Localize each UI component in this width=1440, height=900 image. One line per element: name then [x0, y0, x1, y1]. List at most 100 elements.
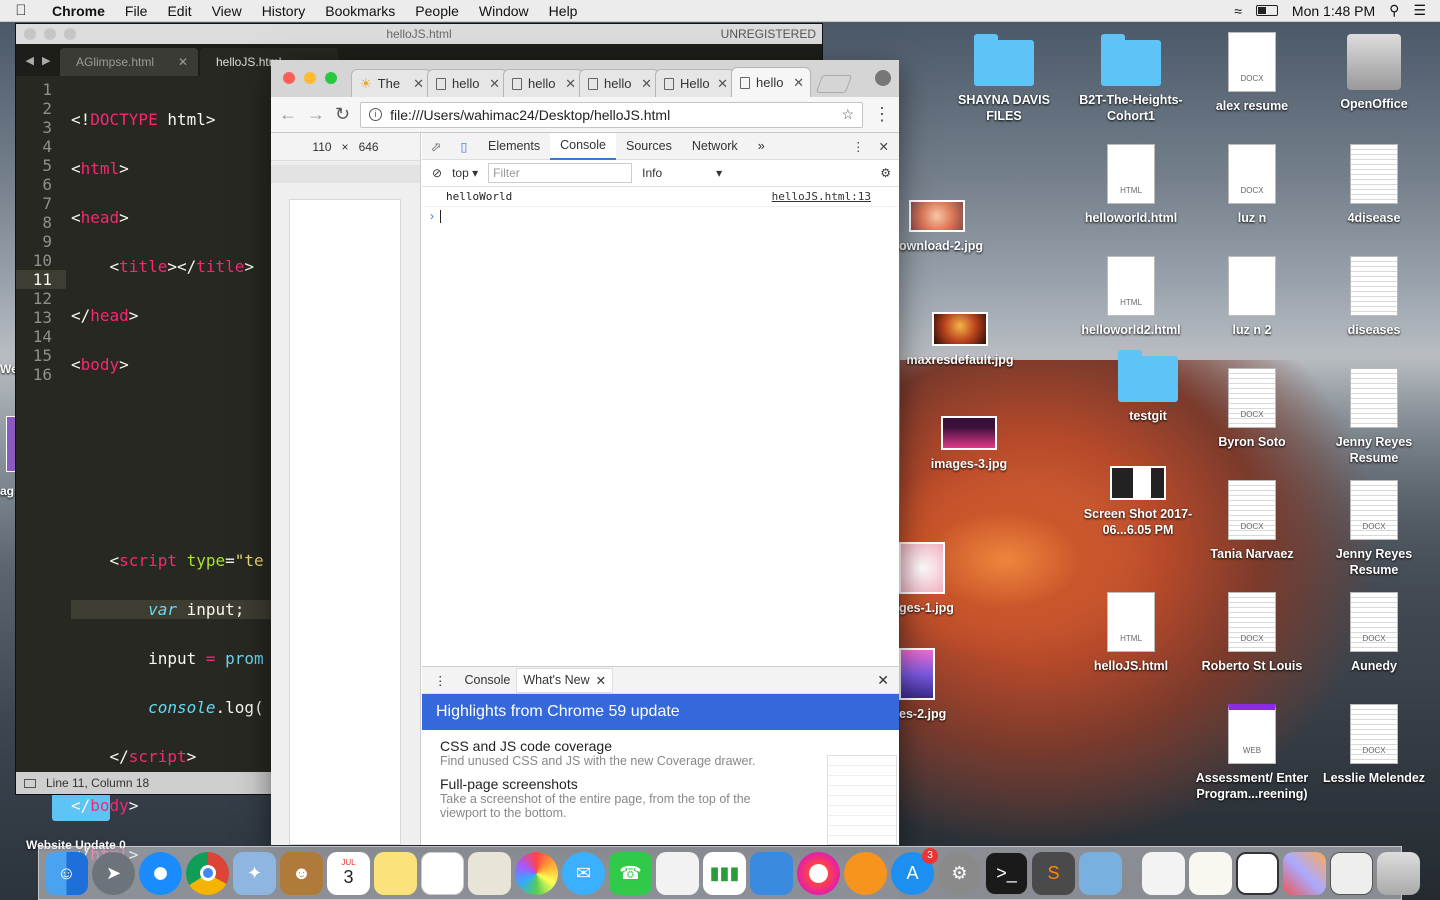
browser-tab[interactable]: Hello ✕ — [655, 69, 735, 97]
filter-input[interactable]: Filter — [488, 163, 633, 183]
close-tab-icon[interactable]: ✕ — [178, 55, 188, 69]
close-tab-icon[interactable]: ✕ — [596, 673, 606, 688]
zoom-window-button[interactable] — [325, 72, 337, 84]
log-level-selector[interactable]: Info ▾ — [642, 166, 722, 180]
desktop-icon-webloc[interactable]: WEB Assessment/ Enter Program...reening) — [1191, 704, 1313, 802]
clear-console-icon[interactable]: ⊘ — [432, 166, 442, 180]
browser-tab-active[interactable]: hello ✕ — [731, 67, 811, 97]
sublime-title-bar[interactable]: helloJS.html UNREGISTERED — [16, 24, 822, 44]
menu-bookmarks[interactable]: Bookmarks — [315, 3, 405, 19]
close-tab-icon[interactable]: ✕ — [565, 76, 576, 92]
browser-tab[interactable]: ☀ The ✕ — [351, 69, 431, 97]
menu-view[interactable]: View — [202, 3, 252, 19]
pages-icon[interactable] — [656, 851, 699, 895]
desktop-icon-document[interactable]: diseases — [1313, 256, 1435, 338]
desktop-icon-image[interactable]: images-3.jpg — [908, 416, 1030, 472]
sublime-text-icon[interactable]: S — [1032, 851, 1075, 895]
desktop-icon-document[interactable]: Jenny Reyes Resume — [1313, 368, 1435, 466]
calendar-icon[interactable]: JUL 3 — [327, 851, 370, 895]
drawer-menu-icon[interactable]: ⋮ — [422, 668, 459, 693]
desktop-icon-document[interactable]: HTML helloworld.html — [1070, 144, 1192, 226]
desktop-icon-document[interactable]: luz n 2 — [1191, 256, 1313, 338]
wifi-icon[interactable]: ≈ — [1234, 3, 1242, 19]
viewport-height[interactable]: 646 — [359, 140, 379, 154]
desktop-icon-document[interactable]: DOCX Aunedy — [1313, 592, 1435, 674]
desktop-icon-document[interactable]: DOCX alex resume — [1191, 32, 1313, 114]
desktop-icon-image[interactable]: ownload-2.jpg — [899, 200, 999, 254]
trash-icon[interactable] — [1377, 851, 1420, 895]
tab-elements[interactable]: Elements — [478, 133, 550, 160]
desktop-icon-document[interactable]: DOCX Lesslie Melendez — [1313, 704, 1435, 786]
desktop-icon-document[interactable]: HTML helloworld2.html — [1070, 256, 1192, 338]
more-tabs-icon[interactable]: » — [748, 133, 775, 160]
itunes-icon[interactable]: ♫ — [797, 851, 840, 895]
numbers-icon[interactable]: ▮▮▮ — [703, 851, 746, 895]
drawer-tab-whats-new[interactable]: What's New ✕ — [516, 667, 614, 693]
messages-icon[interactable]: ✉ — [562, 851, 605, 895]
tab-network[interactable]: Network — [682, 133, 748, 160]
recent-document-icon[interactable] — [1189, 851, 1232, 895]
tab-console[interactable]: Console — [550, 132, 616, 160]
minimize-window-button[interactable] — [44, 28, 56, 40]
desktop-icon-document[interactable]: DOCX Tania Narvaez — [1191, 480, 1313, 562]
reload-icon[interactable]: ↻ — [335, 104, 350, 125]
close-window-button[interactable] — [24, 28, 36, 40]
forward-arrow-icon[interactable]: → — [307, 104, 325, 125]
close-tab-icon[interactable]: ✕ — [641, 76, 652, 92]
notes-icon[interactable] — [374, 851, 417, 895]
inspect-element-icon[interactable]: ⬀ — [422, 139, 450, 154]
menu-history[interactable]: History — [252, 3, 316, 19]
menu-window[interactable]: Window — [469, 3, 539, 19]
viewport-width[interactable]: 110 — [312, 140, 331, 154]
ibooks-icon[interactable] — [844, 851, 887, 895]
tab-sources[interactable]: Sources — [616, 133, 682, 160]
info-icon[interactable]: i — [369, 108, 383, 121]
contacts-icon[interactable]: ☻ — [280, 851, 323, 895]
console-settings-icon[interactable]: ⚙ — [880, 166, 899, 180]
photo-booth-icon[interactable] — [468, 851, 511, 895]
desktop-icon-document[interactable]: DOCX Jenny Reyes Resume — [1313, 480, 1435, 578]
close-devtools-icon[interactable]: ✕ — [879, 139, 889, 154]
desktop-icon-screenshot[interactable]: Screen Shot 2017-06...6.05 PM — [1077, 466, 1199, 538]
menu-people[interactable]: People — [405, 3, 469, 19]
system-preferences-icon[interactable]: ⚙ — [938, 851, 981, 895]
downloads-stack-icon[interactable] — [1283, 851, 1326, 895]
close-drawer-icon[interactable]: ✕ — [877, 672, 899, 689]
desktop-icon-document[interactable]: 4disease — [1313, 144, 1435, 226]
chrome-menu-icon[interactable]: ⋮ — [873, 104, 891, 125]
profile-avatar-icon[interactable] — [875, 70, 891, 86]
desktop-icon-document[interactable]: DOCX Byron Soto — [1191, 368, 1313, 450]
recent-window-icon[interactable] — [1236, 851, 1279, 895]
launchpad-icon[interactable]: ➤ — [92, 851, 135, 895]
close-tab-icon[interactable]: ✕ — [793, 75, 804, 91]
notification-center-icon[interactable]: ☰ — [1413, 2, 1426, 19]
finder-icon[interactable]: ☺ — [45, 851, 88, 895]
back-arrow-icon[interactable]: ← — [279, 104, 297, 125]
close-tab-icon[interactable]: ✕ — [413, 76, 424, 92]
terminal-icon[interactable]: >_ — [985, 851, 1028, 895]
desktop-icon-image[interactable]: maxresdefault.jpg — [899, 312, 1021, 368]
device-toolbar-icon[interactable]: ▯ — [450, 139, 478, 154]
console-source-link[interactable]: helloJS.html:13 — [772, 190, 871, 203]
recent-window-icon[interactable] — [1330, 851, 1373, 895]
spotlight-search-icon[interactable]: ⚲ — [1389, 2, 1399, 19]
rendered-page[interactable] — [289, 199, 401, 845]
zoom-window-button[interactable] — [64, 28, 76, 40]
address-bar[interactable]: i file:///Users/wahimac24/Desktop/helloJ… — [360, 101, 863, 128]
photos-icon[interactable] — [515, 851, 558, 895]
menu-app-name[interactable]: Chrome — [42, 3, 115, 19]
reminders-icon[interactable] — [421, 851, 464, 895]
browser-tab[interactable]: hello ✕ — [427, 69, 507, 97]
desktop-icon-partial-label[interactable]: ag — [0, 484, 14, 498]
console-prompt[interactable]: › — [422, 207, 899, 225]
browser-tab[interactable]: hello ✕ — [503, 69, 583, 97]
desktop-icon-image[interactable]: es-2.jpg — [899, 648, 959, 722]
app-store-icon[interactable]: A3 — [891, 847, 938, 895]
desktop-icon-openoffice[interactable]: OpenOffice — [1313, 34, 1435, 112]
facetime-icon[interactable]: ☎ — [609, 851, 652, 895]
bookmark-star-icon[interactable]: ☆ — [841, 106, 854, 123]
tab-next-icon[interactable]: ▶ — [42, 54, 50, 67]
minimize-window-button[interactable] — [304, 72, 316, 84]
preview-eagle-icon[interactable]: ✦ — [233, 851, 276, 895]
desktop-icon-document[interactable]: HTML helloJS.html — [1070, 592, 1192, 674]
